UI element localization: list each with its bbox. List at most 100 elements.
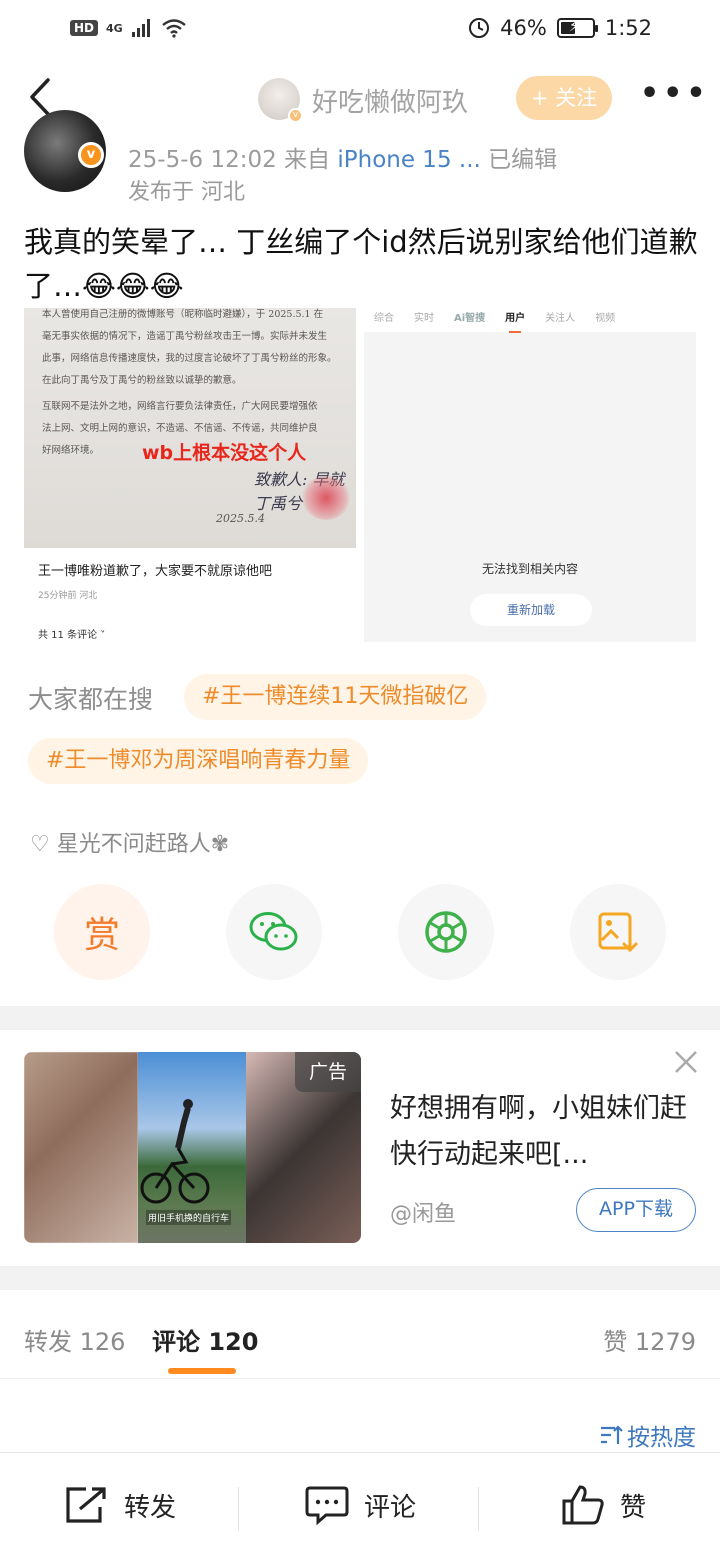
post-text: 我真的笑晕了… 丁丝编了个id然后说别家给他们道歉了…😂😂😂 [24, 225, 698, 303]
edited-label[interactable]: 已编辑 [488, 147, 557, 173]
embedded-post-title: 王一博唯粉道歉了，大家要不就原谅他吧 [38, 564, 273, 579]
status-left: HD 4G [70, 14, 187, 42]
interaction-tabs: 转发 126 评论 120 赞 1279 [0, 1290, 720, 1378]
signal-icon [131, 19, 150, 37]
reward-button[interactable]: 赏 [54, 884, 150, 980]
battery-icon: ⚡ [556, 17, 598, 38]
status-bar: HD 4G 46% ⚡ 1:52 [0, 0, 720, 56]
embedded-comment-count: 共 11 条评论 ˅ [38, 630, 106, 641]
thumbs-up-icon [562, 1485, 604, 1525]
divider [478, 1487, 479, 1531]
comment-label: 评论 [364, 1492, 417, 1523]
status-right: 46% ⚡ 1:52 [468, 12, 652, 44]
divider [0, 1378, 720, 1379]
repost-button[interactable]: 转发 [64, 1483, 176, 1527]
post-datetime: 25-5-6 12:02 [128, 147, 277, 173]
tab-reposts[interactable]: 转发 126 [24, 1322, 125, 1357]
comment-icon [305, 1486, 349, 1526]
share-actions: 赏 [0, 884, 720, 984]
moments-icon [425, 911, 467, 953]
doc-date: 2025.5.4 [216, 512, 265, 525]
divider [238, 1487, 239, 1531]
search-tab: 实时 [414, 313, 434, 324]
post-meta: 25-5-6 12:02 来自 iPhone 15 ... 已编辑 [128, 140, 557, 174]
apology-document-photo: 本人曾使用自己注册的微博账号（昵称临时避嫌），于 2025.5.1 在 毫无事实… [24, 308, 356, 548]
hot-search-chip[interactable]: #王一博连续11天微指破亿 [184, 674, 487, 720]
sort-label: 按热度 [627, 1425, 696, 1451]
verified-badge-icon: v [78, 142, 104, 168]
hot-search-chip[interactable]: #王一博邓为周深唱响青春力量 [28, 738, 369, 784]
ad-image-3: 广告 [246, 1052, 361, 1243]
embedded-post-meta: 25分钟前 河北 [38, 591, 98, 601]
doc-line: 好网络环境。 [42, 445, 100, 456]
like-button[interactable]: 赞 [560, 1483, 646, 1527]
tab-comments[interactable]: 评论 120 [152, 1322, 258, 1357]
section-separator [0, 1006, 720, 1030]
hot-search-label: 大家都在搜 [28, 685, 154, 714]
search-tab: Ai智搜 [454, 313, 486, 324]
doc-line: 本人曾使用自己注册的微博账号（昵称临时避嫌），于 2025.5.1 在 [42, 309, 324, 320]
doc-line: 此事，网络信息传播速度快，我的过度言论破坏了丁禹兮粉丝的形象。 [42, 353, 337, 364]
doc-line: 毫无事实依据的情况下，造谣丁禹兮粉丝攻击王一博。实际并未发生 [42, 331, 328, 342]
wechat-share-button[interactable] [226, 884, 322, 980]
search-tab: 视频 [595, 313, 616, 324]
follow-button[interactable]: + 关注 [516, 76, 612, 120]
ad-source[interactable]: @闲鱼 [390, 1196, 456, 1228]
doc-line: 法上网、文明上网的意识，不造谣、不信谣、不传谣，共同维护良 [42, 423, 318, 434]
more-icon[interactable]: ••• [640, 79, 706, 112]
post-location: 发布于 河北 [128, 180, 245, 205]
app-download-button[interactable]: APP下载 [576, 1188, 696, 1232]
hd-icon: HD [70, 20, 99, 36]
source-prefix: 来自 [284, 147, 331, 173]
vibrate-icon [469, 18, 490, 38]
doc-line: 互联网不是法外之地，网络言行要负法律责任，广大网民要增强依 [42, 401, 318, 412]
post-image-2[interactable]: 综合 实时 Ai智搜 用户 关注人 视频 无法找到相关内容 重新加载 [364, 308, 696, 642]
empty-result-text: 无法找到相关内容 [481, 562, 578, 576]
battery-percent: 46% [500, 16, 547, 40]
post-image-1[interactable]: 本人曾使用自己注册的微博账号（昵称临时避嫌），于 2025.5.1 在 毫无事实… [24, 308, 356, 642]
ad-card[interactable]: 用旧手机换的自行车 广告 好想拥有啊，小姐妹们赶快行动起来吧[... @闲鱼 A… [0, 1030, 720, 1266]
save-image-button[interactable] [570, 884, 666, 980]
search-tabs: 综合 实时 Ai智搜 用户 关注人 视频 [364, 308, 696, 333]
ad-image-caption: 用旧手机换的自行车 [146, 1210, 232, 1225]
nav-username[interactable]: 好吃懒做阿玖 [312, 82, 468, 119]
like-label: 赞 [620, 1492, 647, 1523]
network-type: 4G [106, 21, 123, 35]
sort-icon [601, 1425, 623, 1444]
liked-by-line[interactable]: ♡ 星光不问赶路人✾ [30, 826, 229, 858]
wifi-icon [161, 19, 186, 38]
search-tab: 用户 [495, 308, 535, 333]
clock: 1:52 [604, 16, 652, 40]
sort-button[interactable]: 按热度 [599, 1418, 696, 1452]
comment-button[interactable]: 评论 [304, 1483, 416, 1527]
tab-likes[interactable]: 赞 1279 [603, 1322, 696, 1357]
repost-icon [66, 1487, 106, 1523]
save-image-icon [598, 912, 638, 953]
red-stamp [302, 476, 350, 520]
red-overlay-text: wb上根本没这个人 [142, 442, 307, 464]
close-x-icon [675, 1051, 697, 1073]
search-tab: 关注人 [545, 313, 576, 324]
bottom-action-bar: 转发 评论 赞 [0, 1452, 720, 1560]
ad-image-1 [24, 1052, 138, 1243]
repost-label: 转发 [124, 1492, 177, 1523]
close-icon[interactable] [672, 1048, 700, 1076]
section-separator [0, 1266, 720, 1290]
post-header: v 25-5-6 12:02 来自 iPhone 15 ... 已编辑 发布于 … [0, 110, 720, 205]
nav-avatar[interactable]: v [258, 78, 303, 123]
ad-images[interactable]: 用旧手机换的自行车 广告 [24, 1052, 361, 1243]
reward-label: 赏 [83, 915, 120, 956]
moments-share-button[interactable] [398, 884, 494, 980]
verified-icon: v [288, 108, 303, 123]
nav-bar: v 好吃懒做阿玖 + 关注 ••• [0, 58, 720, 138]
wechat-icon [249, 912, 298, 951]
ad-tag: 广告 [295, 1052, 361, 1092]
post-source[interactable]: iPhone 15 ... [337, 147, 480, 173]
reload-button: 重新加载 [470, 594, 592, 626]
search-tab: 综合 [374, 313, 394, 324]
ad-image-2: 用旧手机换的自行车 [138, 1052, 246, 1243]
ad-title[interactable]: 好想拥有啊，小姐妹们赶快行动起来吧[... [390, 1086, 690, 1178]
charging-icon: ⚡ [568, 17, 580, 35]
active-tab-indicator [168, 1368, 236, 1374]
doc-line: 在此向丁禹兮及丁禹兮的粉丝致以诚挚的歉意。 [42, 375, 242, 386]
